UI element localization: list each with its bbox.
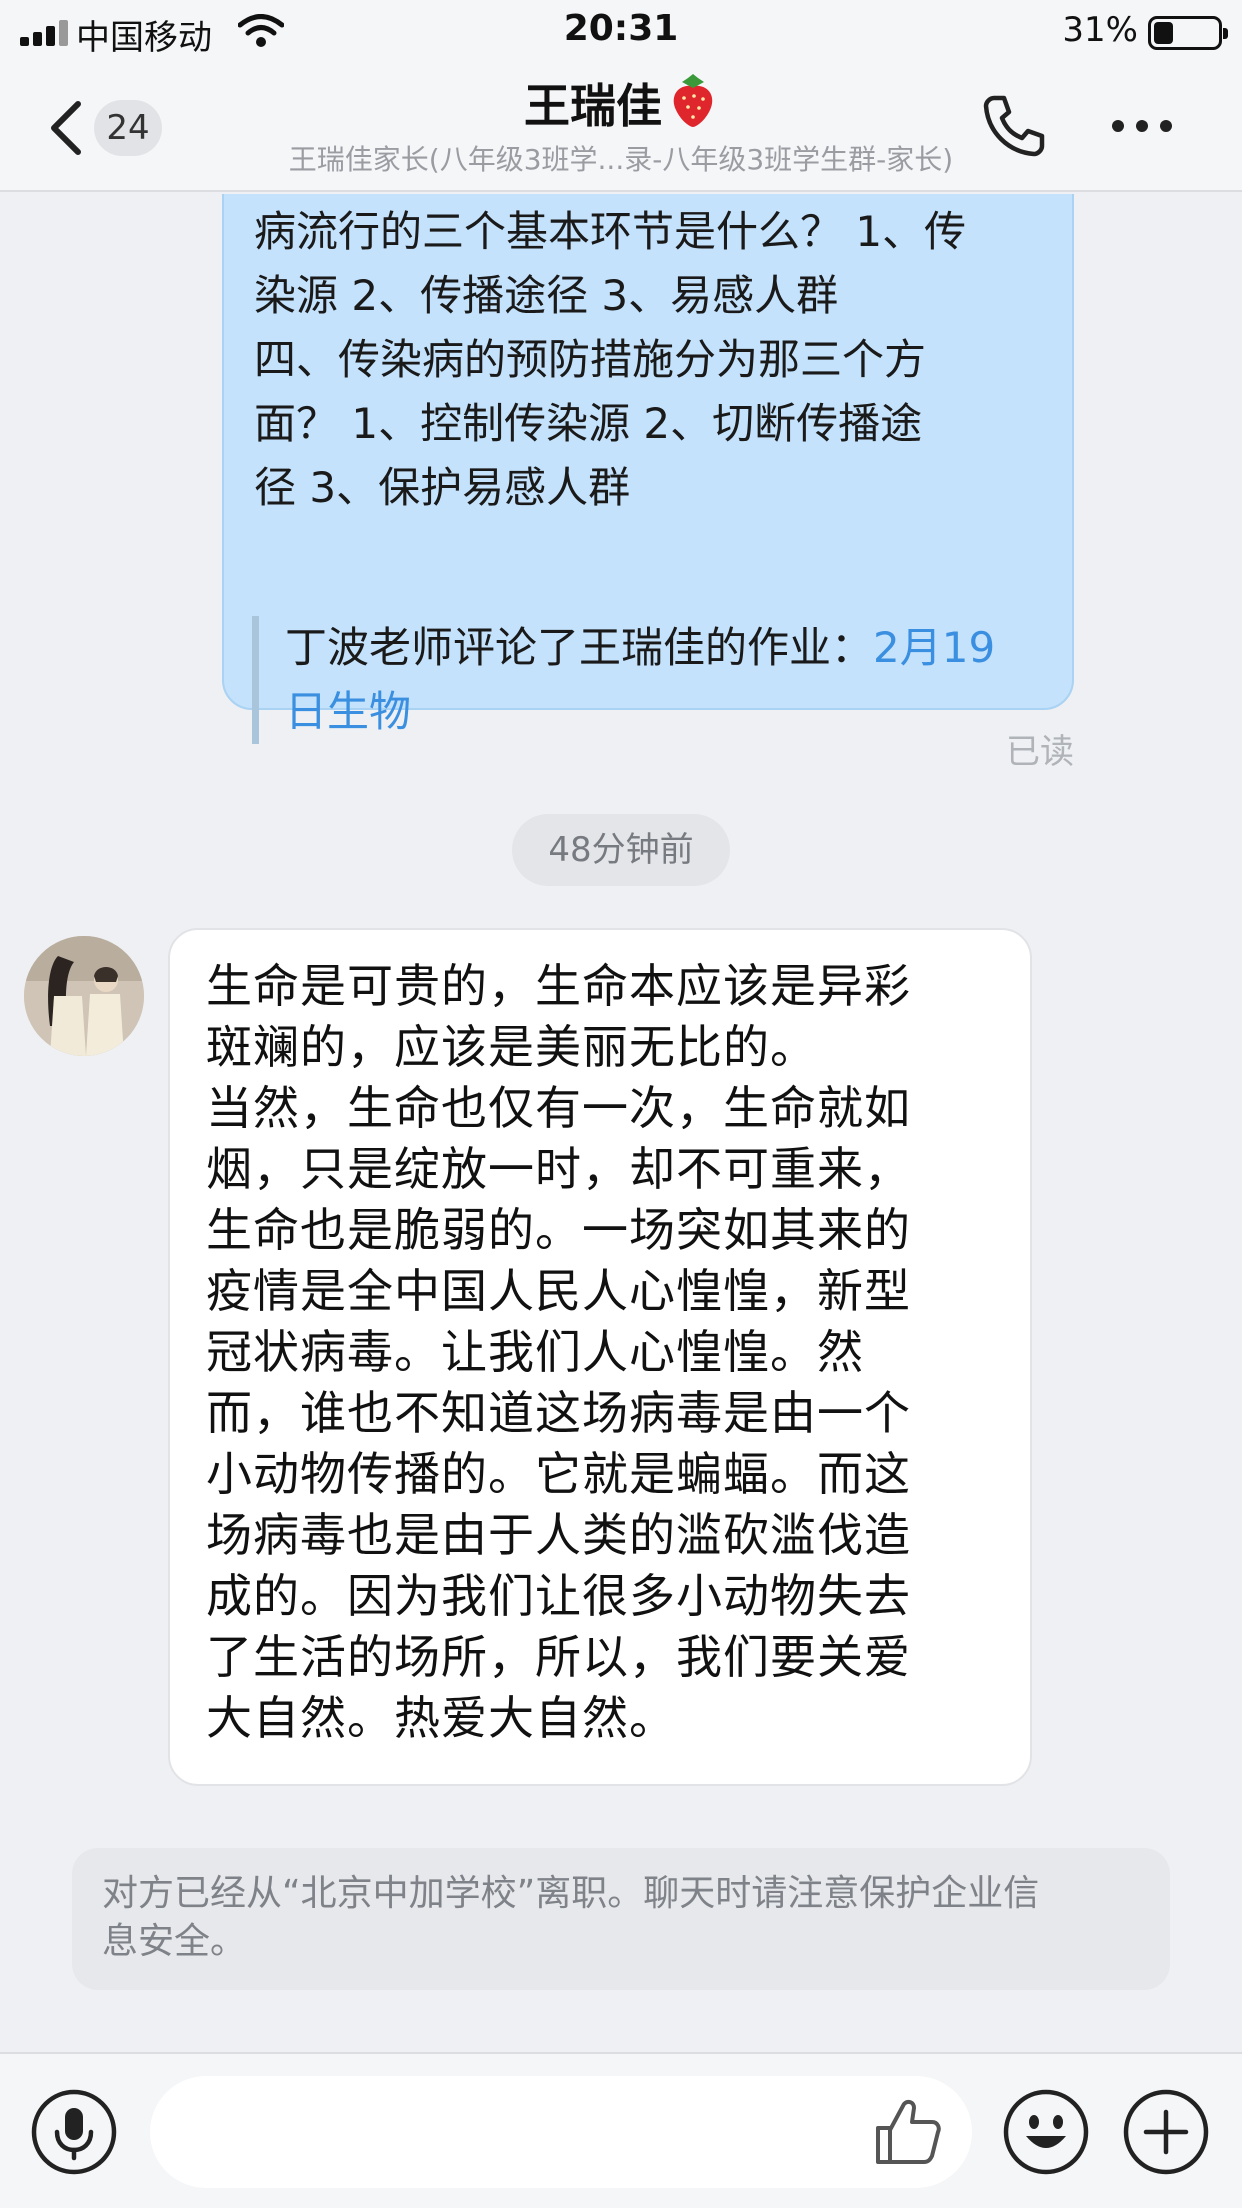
chat-message-list[interactable]: 病流行的三个基本环节是什么？ 1、传 染源 2、传播途径 3、易感人群 四、传染… <box>0 194 1242 2052</box>
received-message-line: 烟，只是绽放一时，却不可重来， <box>206 1142 911 1196</box>
emoji-icon[interactable] <box>1002 2088 1090 2176</box>
received-message-line: 而，谁也不知道这场病毒是由一个 <box>206 1386 911 1440</box>
input-bar <box>0 2052 1242 2208</box>
received-message-bubble[interactable]: 生命是可贵的，生命本应该是异彩 斑斓的，应该是美丽无比的。 当然，生命也仅有一次… <box>168 928 1032 1786</box>
received-message-line: 斑斓的，应该是美丽无比的。 <box>206 1020 817 1074</box>
battery-icon <box>1148 16 1228 50</box>
time-divider: 48分钟前 <box>512 814 730 886</box>
thumbs-up-icon[interactable] <box>868 2092 948 2172</box>
homework-comment-quote[interactable]: 丁波老师评论了王瑞佳的作业：2月19 日生物 <box>252 616 1052 744</box>
phone-call-icon[interactable] <box>980 92 1048 160</box>
system-notice-line: 息安全。 <box>102 1921 247 1962</box>
avatar[interactable] <box>24 936 144 1056</box>
received-message-line: 场病毒也是由于人类的滥砍滥伐造 <box>206 1508 911 1562</box>
sent-message-bubble[interactable]: 病流行的三个基本环节是什么？ 1、传 染源 2、传播途径 3、易感人群 四、传染… <box>222 194 1074 744</box>
sent-message-line: 面？ 1、控制传染源 2、切断传播途 <box>254 399 923 448</box>
received-message-line: 了生活的场所，所以，我们要关爱 <box>206 1630 911 1684</box>
system-notice: 对方已经从“北京中加学校”离职。聊天时请注意保护企业信 息安全。 <box>72 1848 1170 1990</box>
read-receipt: 已读 <box>1006 732 1074 772</box>
received-message-line: 冠状病毒。让我们人心惶惶。然 <box>206 1325 864 1379</box>
voice-input-icon[interactable] <box>30 2088 118 2176</box>
avatar-photo <box>24 936 144 1056</box>
received-message-line: 成的。因为我们让很多小动物失去 <box>206 1569 911 1623</box>
more-options-icon[interactable] <box>1110 116 1174 136</box>
received-message-line: 小动物传播的。它就是蝙蝠。而这 <box>206 1447 911 1501</box>
status-bar: 中国移动 20:31 31% <box>0 0 1242 62</box>
sent-message-line: 染源 2、传播途径 3、易感人群 <box>254 271 839 320</box>
strawberry-icon <box>673 74 713 127</box>
quote-text: 丁波老师评论了王瑞佳的作业： <box>285 623 874 672</box>
add-attachment-icon[interactable] <box>1122 2088 1210 2176</box>
received-message-line: 生命是可贵的，生命本应该是异彩 <box>206 959 911 1013</box>
received-message-line: 大自然。热爱大自然。 <box>206 1691 676 1745</box>
received-message-line: 当然，生命也仅有一次，生命就如 <box>206 1081 911 1135</box>
battery-percent: 31% <box>1062 10 1138 50</box>
message-input[interactable] <box>150 2076 972 2188</box>
chat-title: 王瑞佳 <box>0 70 1242 136</box>
received-message-line: 生命也是脆弱的。一场突如其来的 <box>206 1203 911 1257</box>
homework-link[interactable]: 2月19 <box>873 623 995 672</box>
status-time: 20:31 <box>563 8 679 49</box>
homework-link[interactable]: 日生物 <box>285 687 411 736</box>
sent-message-line: 病流行的三个基本环节是什么？ 1、传 <box>254 207 967 256</box>
received-message-line: 疫情是全中国人民人心惶惶，新型 <box>206 1264 911 1318</box>
system-notice-line: 对方已经从“北京中加学校”离职。聊天时请注意保护企业信 <box>102 1873 1040 1914</box>
chat-header: 24 王瑞佳 王瑞佳家长(八年级3班学...录-八年级3班学生群-家长) <box>0 62 1242 192</box>
contact-name: 王瑞佳 <box>524 79 662 133</box>
sent-message-line: 径 3、保护易感人群 <box>254 463 631 512</box>
chat-subtitle: 王瑞佳家长(八年级3班学...录-八年级3班学生群-家长) <box>288 143 954 176</box>
sent-message-line: 四、传染病的预防措施分为那三个方 <box>254 335 927 384</box>
